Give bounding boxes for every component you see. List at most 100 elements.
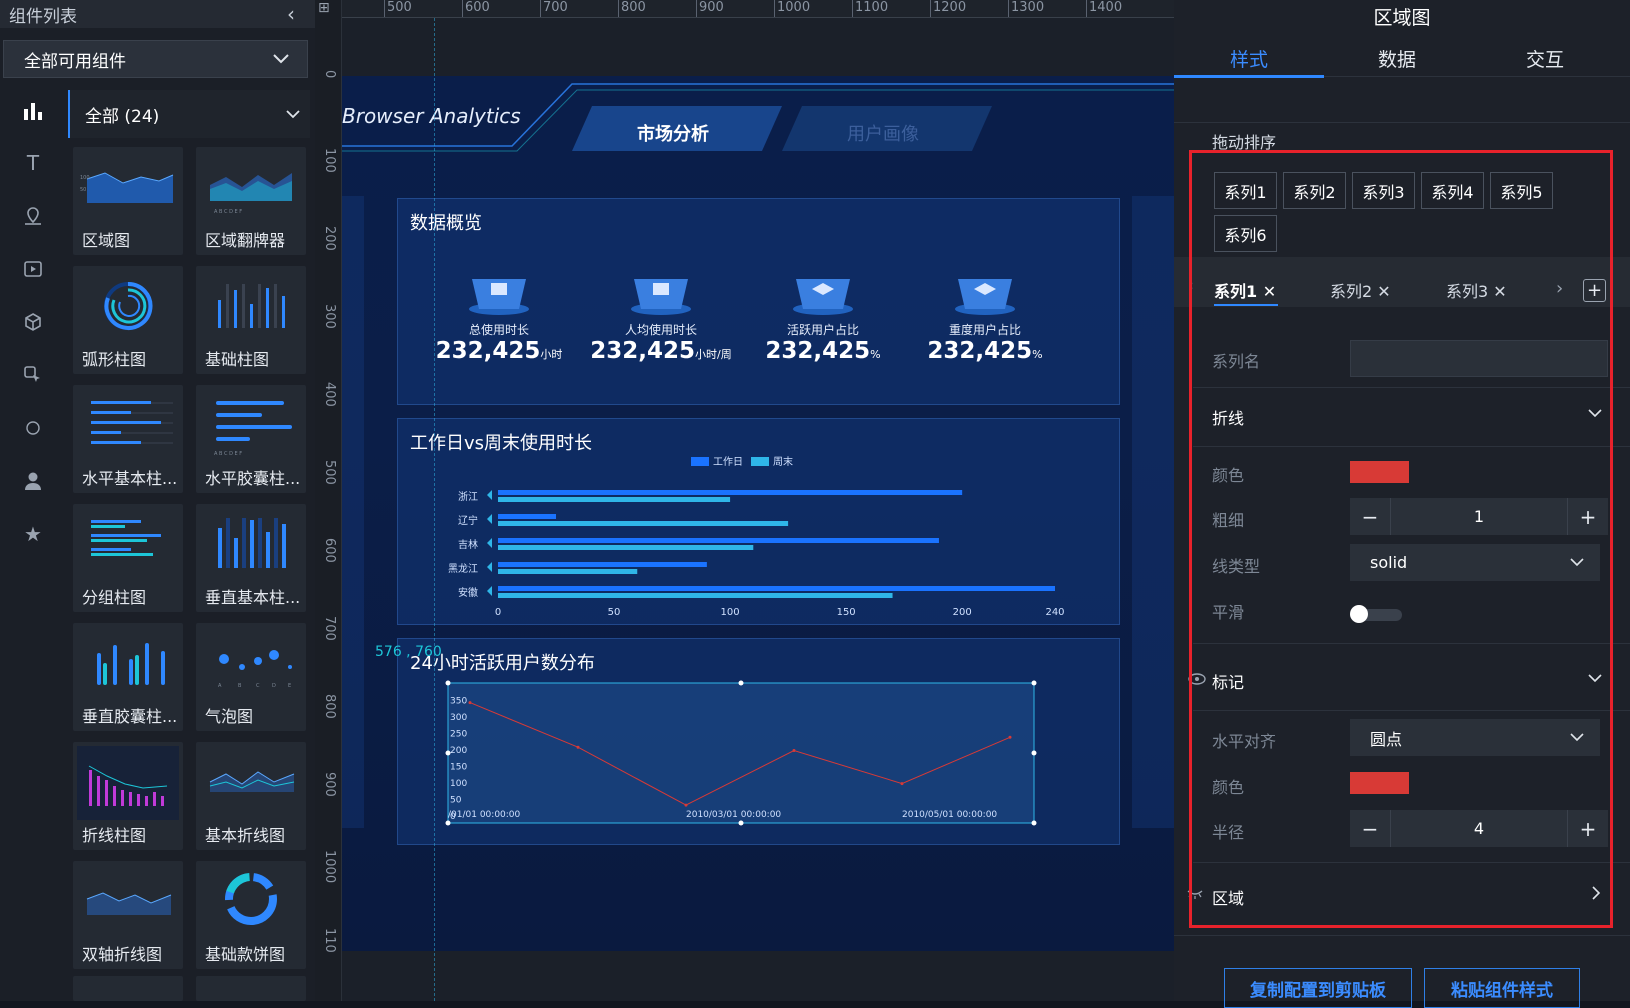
vbar-capsule-thumbnail <box>97 643 165 685</box>
tab-interaction[interactable]: 交互 <box>1470 45 1620 72</box>
data-point <box>684 803 688 807</box>
kpi-avg-usage-icon <box>631 279 691 315</box>
data-point <box>792 749 796 753</box>
ruler-tick <box>384 0 385 17</box>
kpi-active-ratio-icon <box>793 279 853 315</box>
bubble-axis-label: C <box>256 683 260 689</box>
ruler-label: 900 <box>699 0 724 15</box>
cube-category-icon[interactable] <box>20 309 46 335</box>
component-card-grouped-bar[interactable]: 分组柱图 <box>73 504 183 612</box>
component-card-hbar-capsule[interactable]: A B C D E F 水平胶囊柱... <box>196 385 306 493</box>
kpi-unit: % <box>870 348 881 361</box>
map-category-icon[interactable] <box>20 203 46 229</box>
kpi-total-usage: 总使用时长 232,425小时 <box>424 259 574 364</box>
bar <box>498 521 789 526</box>
component-card-partial[interactable] <box>73 976 183 1001</box>
component-card-vbar-basic[interactable]: 垂直基本柱... <box>196 504 306 612</box>
component-card-basic-bar[interactable]: 基础柱图 <box>196 266 306 374</box>
chart-category-icon[interactable] <box>20 98 46 124</box>
basic-bar-thumbnail <box>218 284 285 328</box>
component-label: 基础款饼图 <box>205 945 286 964</box>
category-marker <box>487 490 492 500</box>
kpi-unit: 小时 <box>540 348 563 361</box>
category-select[interactable]: 全部 (24) <box>68 90 310 138</box>
highlight-box <box>1189 150 1613 928</box>
favorite-category-icon[interactable]: ★ <box>20 521 46 547</box>
tab-data[interactable]: 数据 <box>1322 45 1472 72</box>
paste-style-button[interactable]: 粘贴组件样式 <box>1424 968 1580 1008</box>
kpi-value: 232,425 <box>765 338 871 364</box>
component-card-area-flipper[interactable]: A B C D E F 区域翻牌器 <box>196 147 306 255</box>
overview-panel[interactable]: 数据概览 总使用时长 232,425小时 人均使用时长 232,425小时/周 … <box>397 198 1120 405</box>
horizontal-ruler: 500 600 700 800 900 1000 1100 1200 1300 1400 <box>342 0 1174 18</box>
dual-axis-line-thumbnail <box>86 892 172 915</box>
kpi-unit: 小时/周 <box>695 348 732 361</box>
ruler-label: 1000 <box>322 850 337 884</box>
component-card-hbar-basic[interactable]: 水平基本柱... <box>73 385 183 493</box>
x-tick-label: 2010/03/01 00:00:00 <box>686 810 781 820</box>
dashboard-board: Browser Analytics 市场分析 用户画像 数据概览 总使用时长 2… <box>342 76 1174 951</box>
copy-config-button[interactable]: 复制配置到剪贴板 <box>1224 968 1412 1008</box>
guide-line[interactable] <box>434 18 435 1001</box>
tab-style[interactable]: 样式 <box>1174 45 1324 72</box>
ruler-tick <box>1086 0 1087 17</box>
component-card-arc-bar[interactable]: 弧形柱图 <box>73 266 183 374</box>
component-card-area-chart[interactable]: 100 50 区域图 <box>73 147 183 255</box>
legend-swatch <box>691 457 709 466</box>
component-card-line-bar[interactable]: 折线柱图 <box>73 742 183 850</box>
component-card-bubble[interactable]: A B C D E 气泡图 <box>196 623 306 731</box>
bubble-axis-label: B <box>238 683 242 689</box>
category-icon-bar: T ★ <box>0 90 66 1001</box>
category-label: 安徽 <box>458 586 478 599</box>
basic-pie-thumbnail <box>225 873 277 925</box>
vbar-basic-thumbnail <box>218 518 286 568</box>
component-card-basic-line[interactable]: 基本折线图 <box>196 742 306 850</box>
nav-tab-market[interactable]: 市场分析 <box>637 120 709 146</box>
x-tick-label: 0 <box>495 607 501 618</box>
component-panel: 组件列表 ‹ 全部可用组件 T ★ 全部 (24) 100 50 区域图 A B… <box>0 0 315 1001</box>
scope-select[interactable]: 全部可用组件 <box>3 40 308 78</box>
y-tick-label: 250 <box>450 729 467 739</box>
svg-text:A B C D E F: A B C D E F <box>214 451 242 457</box>
interaction-category-icon[interactable] <box>20 362 46 388</box>
resize-handle <box>1031 820 1037 826</box>
resize-handle <box>445 750 451 756</box>
component-card-dual-axis-line[interactable]: 双轴折线图 <box>73 861 183 969</box>
side-panel-right <box>1132 196 1174 828</box>
collapse-icon[interactable]: ‹ <box>287 2 295 26</box>
ruler-tick <box>462 0 463 17</box>
ruler-label: 700 <box>322 616 337 641</box>
line-bar-thumbnail <box>77 746 179 820</box>
component-label: 气泡图 <box>205 707 254 726</box>
component-card-basic-pie[interactable]: 基础款饼图 <box>196 861 306 969</box>
media-category-icon[interactable] <box>20 256 46 282</box>
bar-chart: 工作日 周末浙江辽宁吉林黑龙江安徽 0 50 100 150 200 240 <box>448 455 1065 618</box>
selection-frame <box>447 682 1035 824</box>
circle-category-icon[interactable] <box>20 415 46 441</box>
divider <box>1174 935 1630 936</box>
svg-text:100: 100 <box>80 175 90 181</box>
component-label: 水平胶囊柱... <box>205 469 301 488</box>
category-label: 辽宁 <box>458 514 478 527</box>
component-label: 基础柱图 <box>205 350 270 369</box>
text-category-icon[interactable]: T <box>20 150 46 176</box>
nav-tab-user-profile[interactable]: 用户画像 <box>847 120 919 146</box>
basic-line-thumbnail <box>209 771 295 792</box>
hbar-basic-thumbnail <box>91 401 173 444</box>
category-label: 黑龙江 <box>448 562 478 575</box>
user-category-icon[interactable] <box>20 468 46 494</box>
bar <box>498 593 893 598</box>
ruler-corner-icon[interactable]: ⊞ <box>318 0 338 18</box>
design-canvas[interactable]: Browser Analytics 市场分析 用户画像 数据概览 总使用时长 2… <box>342 18 1174 1001</box>
ruler-label: 600 <box>465 0 490 15</box>
bar <box>498 545 754 550</box>
svg-text:50: 50 <box>80 187 86 193</box>
x-tick-label: 2010/05/01 00:00:00 <box>902 810 997 820</box>
ruler-tick <box>774 0 775 17</box>
component-card-partial[interactable] <box>196 976 306 1001</box>
y-tick-label: 350 <box>450 696 467 706</box>
line-chart-panel[interactable]: 24小时活跃用户数分布 0 50 100 150 200 250 300 350/01/01 … <box>397 638 1120 845</box>
bar-chart-panel[interactable]: 工作日vs周末使用时长 工作日 周末 浙江 辽宁 吉林 黑龙江 安徽 0 50 100 150 200… <box>397 418 1120 625</box>
ruler-label: 1100 <box>855 0 889 15</box>
component-card-vbar-capsule[interactable]: 垂直胶囊柱... <box>73 623 183 731</box>
